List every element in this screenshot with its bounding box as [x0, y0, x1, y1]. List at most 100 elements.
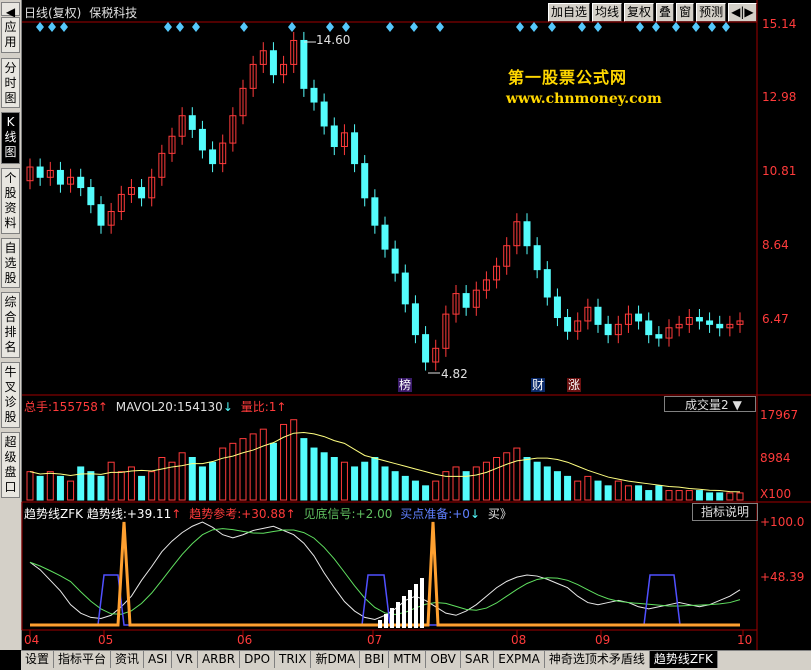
- signal-diamond: [516, 22, 524, 32]
- signal-diamond: [342, 22, 350, 32]
- tab-1[interactable]: 指标平台: [54, 651, 112, 668]
- volume-bar: [604, 485, 612, 501]
- signal-diamond: [594, 22, 602, 32]
- candle-body: [401, 272, 409, 305]
- x-axis-label: 06: [237, 633, 253, 647]
- watermark-title: 第一股票公式网: [508, 68, 628, 87]
- indicator-lines: [29, 521, 741, 628]
- volume-bar: [675, 490, 683, 501]
- candle-body: [87, 187, 95, 206]
- volume-bar: [97, 475, 105, 501]
- volume-bar: [594, 480, 602, 501]
- volume-bar: [432, 480, 440, 501]
- volume-bar: [665, 490, 673, 501]
- candle-body: [645, 320, 653, 336]
- low-price-mark: 4.82: [441, 367, 468, 381]
- tab-7[interactable]: TRIX: [275, 651, 312, 668]
- indicator-tabs: 设置 指标平台 资讯 ASI VR ARBR DPO TRIX 新DMA BBI MTM OBV SAR…: [21, 650, 811, 670]
- candle-body: [209, 149, 217, 165]
- marker-cai[interactable]: 财: [531, 378, 545, 392]
- tab-12[interactable]: SAR: [461, 651, 495, 668]
- signal-diamond: [722, 22, 730, 32]
- volume-bar: [584, 475, 592, 501]
- volume-bar: [655, 485, 663, 501]
- volume-bar: [67, 480, 75, 501]
- candle-body: [351, 132, 359, 165]
- volume-bar: [482, 461, 490, 501]
- tab-5[interactable]: ARBR: [198, 651, 241, 668]
- candle-body: [361, 163, 369, 199]
- signal-diamond: [672, 22, 680, 32]
- candle-body: [635, 313, 643, 322]
- volume-bar: [381, 466, 389, 501]
- tab-9[interactable]: BBI: [360, 651, 390, 668]
- tab-14[interactable]: 神奇选顶术矛盾线: [545, 651, 650, 668]
- marker-bang[interactable]: 榜: [398, 378, 412, 392]
- volume-bar: [533, 461, 541, 501]
- volume-bar: [168, 461, 176, 501]
- volume-bar: [513, 447, 521, 501]
- candle-body: [381, 224, 389, 250]
- volume-bar: [107, 461, 115, 501]
- tab-0[interactable]: 设置: [21, 651, 55, 668]
- volume-bar: [229, 442, 237, 501]
- volume-axis-label: 17967: [760, 408, 799, 422]
- signal-diamond: [530, 22, 538, 32]
- volume-bar: [36, 475, 44, 501]
- candle-body: [422, 334, 430, 363]
- signal-diamond: [708, 22, 716, 32]
- tab-3[interactable]: ASI: [144, 651, 173, 668]
- signal-diamond: [192, 22, 200, 32]
- candle-body: [56, 169, 64, 185]
- tab-8[interactable]: 新DMA: [311, 651, 361, 668]
- kline-chart[interactable]: [0, 0, 811, 650]
- x-axis-label: 08: [511, 633, 527, 647]
- volume-bar: [614, 480, 622, 501]
- volume-bar: [503, 452, 511, 501]
- indicator-axis-label: +100.0: [760, 515, 805, 529]
- trend-reference-line: [29, 528, 741, 615]
- candle-body: [604, 323, 612, 336]
- signal-bar: [414, 584, 418, 628]
- candle-body: [77, 176, 85, 189]
- volume-bar: [209, 461, 217, 501]
- signal-diamond: [36, 22, 44, 32]
- signal-bar: [420, 578, 424, 628]
- tab-6[interactable]: DPO: [240, 651, 276, 668]
- volume-bar: [553, 471, 561, 501]
- candle-body: [391, 248, 399, 274]
- tab-15[interactable]: 趋势线ZFK: [649, 651, 718, 668]
- high-price-mark: 14.60: [316, 33, 351, 47]
- volume-bar: [77, 466, 85, 501]
- x-axis-label: 07: [367, 633, 383, 647]
- volume-bar: [361, 461, 369, 501]
- volume-bar: [56, 475, 64, 501]
- volume-bar: [239, 438, 247, 501]
- candle-body: [320, 101, 328, 127]
- signal-bar: [390, 608, 394, 628]
- watermark-url: www.chnmoney.com: [506, 91, 662, 107]
- candle-body: [198, 128, 206, 151]
- signal-diamond: [548, 22, 556, 32]
- volume-bar: [320, 452, 328, 501]
- tab-2[interactable]: 资讯: [111, 651, 145, 668]
- volume-bar: [219, 447, 227, 501]
- tab-11[interactable]: OBV: [426, 651, 461, 668]
- signal-diamonds: [36, 22, 730, 32]
- candle-body: [188, 115, 196, 130]
- tab-4[interactable]: VR: [172, 651, 198, 668]
- volume-bar: [127, 466, 135, 501]
- tab-10[interactable]: MTM: [389, 651, 427, 668]
- candle-body: [523, 221, 531, 247]
- price-axis-label: 8.64: [762, 238, 789, 252]
- candle-body: [553, 296, 561, 319]
- x-axis-ticks: [29, 630, 744, 636]
- tab-13[interactable]: EXPMA: [494, 651, 545, 668]
- candle-body: [716, 323, 724, 329]
- volume-selector[interactable]: 成交量2 ▼: [664, 396, 756, 412]
- indicator-help-button[interactable]: 指标说明: [692, 503, 758, 521]
- candle-body: [533, 245, 541, 271]
- candle-body: [97, 204, 105, 226]
- volume-bar: [574, 480, 582, 501]
- marker-zhang[interactable]: 涨: [567, 378, 581, 392]
